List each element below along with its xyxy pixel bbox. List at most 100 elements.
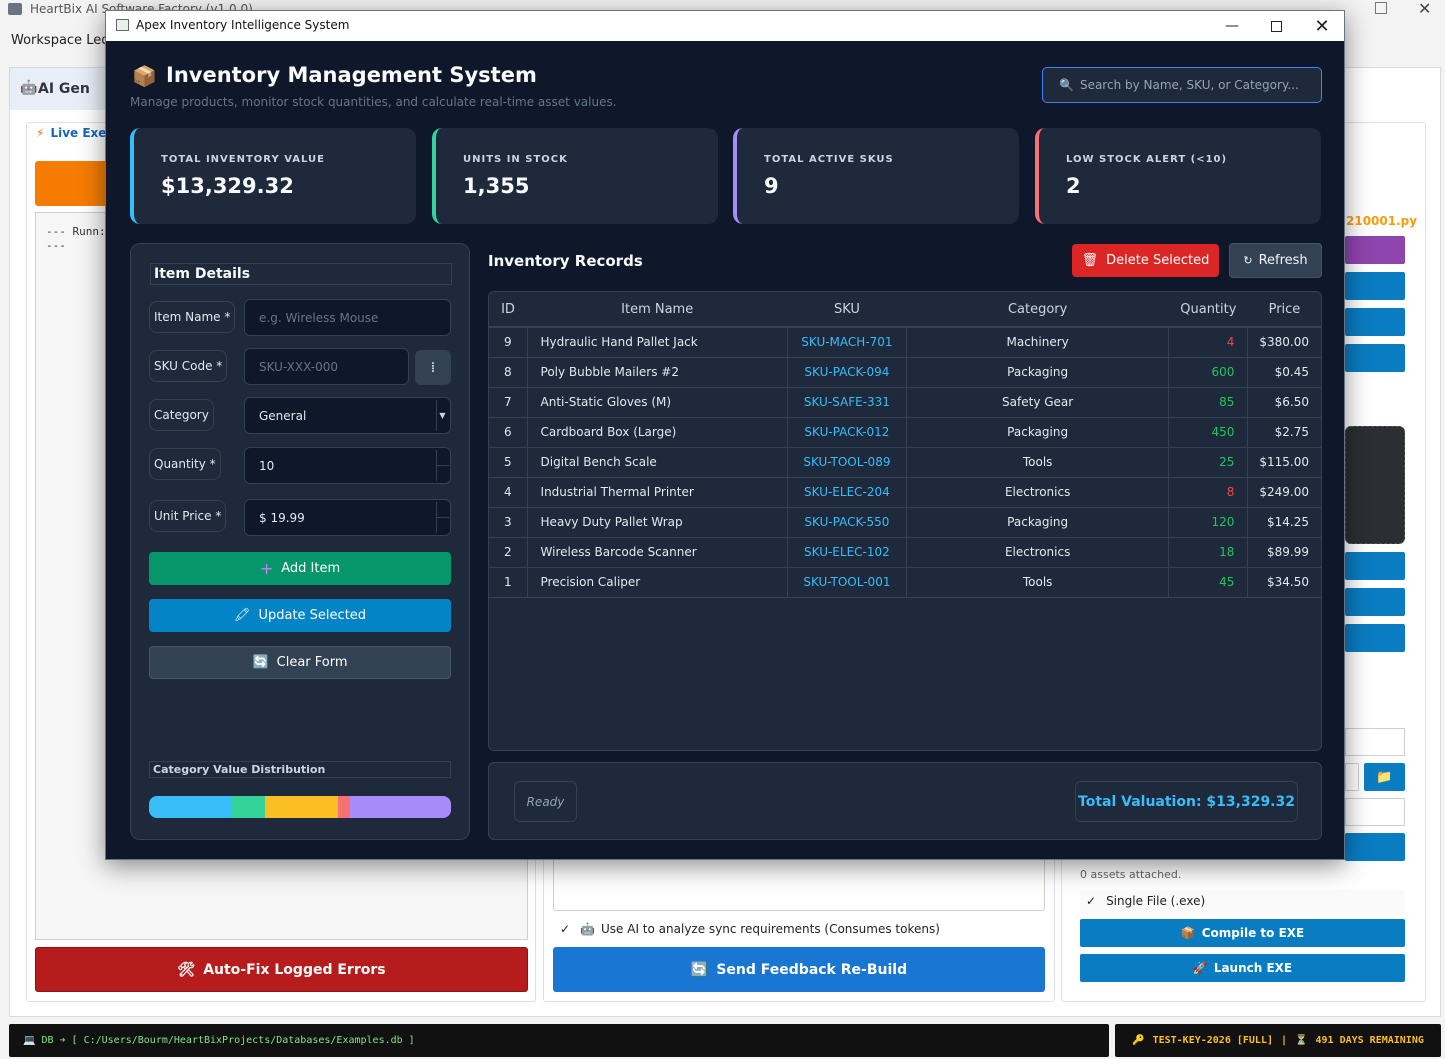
cell-item-name: Cardboard Box (Large) xyxy=(527,417,788,448)
send-feedback-button[interactable]: 🔄 Send Feedback Re-Build xyxy=(553,947,1045,992)
stat-value: 1,355 xyxy=(463,174,530,198)
cell-sku: SKU-PACK-550 xyxy=(787,507,907,538)
category-distribution-bar xyxy=(149,796,451,818)
folder-icon[interactable]: 📁 xyxy=(1364,763,1405,791)
cell-sku: SKU-MACH-701 xyxy=(787,327,907,358)
cell-quantity: 18 xyxy=(1168,537,1249,568)
table-row[interactable]: 1 Precision Caliper SKU-TOOL-001 Tools 45 $34… xyxy=(489,567,1321,598)
drop-zone[interactable] xyxy=(1345,426,1405,544)
column-header-sku[interactable]: SKU xyxy=(787,292,907,328)
right-blue-button[interactable] xyxy=(1345,344,1405,372)
package-icon: 📦 xyxy=(132,64,157,88)
cell-item-name: Industrial Thermal Printer xyxy=(527,477,788,508)
column-header-category[interactable]: Category xyxy=(906,292,1169,328)
table-row[interactable]: 9 Hydraulic Hand Pallet Jack SKU-MACH-701 M… xyxy=(489,327,1321,358)
status-footer: Ready Total Valuation: $13,329.32 xyxy=(488,762,1322,840)
price-stepper[interactable]: $ 19.99 xyxy=(244,499,451,536)
distribution-segment xyxy=(231,796,266,818)
stat-card-low-stock: LOW STOCK ALERT (<10) 2 xyxy=(1035,128,1321,224)
table-row[interactable]: 8 Poly Bubble Mailers #2 SKU-PACK-094 Packa… xyxy=(489,357,1321,388)
table-row[interactable]: 7 Anti-Static Gloves (M) SKU-SAFE-331 Safet… xyxy=(489,387,1321,418)
apex-titlebar: Apex Inventory Intelligence System — ✕ xyxy=(106,11,1344,41)
clear-form-button[interactable]: 🔄 Clear Form xyxy=(149,646,451,679)
cell-id: 8 xyxy=(489,357,528,388)
column-header-price[interactable]: Price xyxy=(1247,292,1321,328)
generate-sku-button[interactable]: ⁞ xyxy=(415,350,451,385)
db-label: DB xyxy=(41,1035,54,1046)
maximize-icon[interactable] xyxy=(1375,2,1387,14)
cell-sku: SKU-ELEC-102 xyxy=(787,537,907,568)
distribution-segment xyxy=(149,796,232,818)
cell-quantity: 85 xyxy=(1168,387,1249,418)
run-button[interactable] xyxy=(35,161,115,206)
table-row[interactable]: 2 Wireless Barcode Scanner SKU-ELEC-102 Ele… xyxy=(489,537,1321,568)
search-icon: 🔍 xyxy=(1059,78,1074,92)
cell-sku: SKU-PACK-094 xyxy=(787,357,907,388)
delete-selected-button[interactable]: 🗑 Delete Selected xyxy=(1072,244,1219,277)
stat-value: 9 xyxy=(764,174,779,198)
right-blue-button[interactable] xyxy=(1345,308,1405,336)
right-blue-button[interactable] xyxy=(1345,833,1405,861)
quantity-stepper[interactable]: 10 xyxy=(244,447,451,484)
right-input[interactable] xyxy=(1345,798,1405,826)
table-row[interactable]: 3 Heavy Duty Pallet Wrap SKU-PACK-550 Packa… xyxy=(489,507,1321,538)
chevron-down-icon[interactable]: ▼ xyxy=(436,400,448,431)
apex-window: Apex Inventory Intelligence System — ✕ 📦… xyxy=(105,10,1345,860)
feedback-textarea[interactable] xyxy=(553,858,1045,911)
ai-analyze-checkbox[interactable]: ✓ 🤖 Use AI to analyze sync requirements (C… xyxy=(560,922,940,936)
close-icon[interactable]: ✕ xyxy=(1418,0,1431,18)
auto-fix-button[interactable]: 🛠 Auto-Fix Logged Errors xyxy=(35,947,528,992)
item-name-label: Item Name * xyxy=(149,301,236,333)
right-blue-button[interactable] xyxy=(1345,624,1405,652)
right-blue-button[interactable] xyxy=(1345,588,1405,616)
window-title: Apex Inventory Intelligence System xyxy=(136,18,350,32)
search-box[interactable]: 🔍 xyxy=(1042,67,1322,103)
refresh-button[interactable]: ↻ Refresh xyxy=(1229,243,1322,278)
spin-buttons[interactable] xyxy=(436,450,449,481)
license-status-bar: 🔑 TEST-KEY-2026 [FULL] | ⏳ 491 DAYS REMA… xyxy=(1115,1024,1441,1057)
close-button[interactable]: ✕ xyxy=(1302,15,1342,37)
cell-id: 4 xyxy=(489,477,528,508)
inventory-table[interactable]: ID Item Name SKU Category Quantity Price… xyxy=(488,291,1322,751)
cell-item-name: Wireless Barcode Scanner xyxy=(527,537,788,568)
cell-category: Safety Gear xyxy=(906,387,1170,418)
pencil-icon: 🖍 xyxy=(233,608,251,623)
right-blue-button[interactable] xyxy=(1345,552,1405,580)
column-header-id[interactable]: ID xyxy=(489,292,528,328)
minimize-button[interactable]: — xyxy=(1212,15,1252,37)
column-header-quantity[interactable]: Quantity xyxy=(1168,292,1248,328)
cell-price: $380.00 xyxy=(1247,327,1321,358)
cell-price: $115.00 xyxy=(1247,447,1321,478)
spin-buttons[interactable] xyxy=(436,502,449,533)
sku-label: SKU Code * xyxy=(149,350,228,382)
plus-icon: + xyxy=(259,559,274,578)
cell-sku: SKU-ELEC-204 xyxy=(787,477,907,508)
cell-id: 7 xyxy=(489,387,528,418)
search-input[interactable] xyxy=(1079,78,1300,92)
cell-item-name: Anti-Static Gloves (M) xyxy=(527,387,788,418)
right-purple-button[interactable] xyxy=(1345,236,1405,264)
update-selected-button[interactable]: 🖍 Update Selected xyxy=(149,599,451,632)
price-label: Unit Price * xyxy=(149,500,227,532)
launch-exe-button[interactable]: 🚀 Launch EXE xyxy=(1080,954,1405,982)
compile-exe-button[interactable]: 📦 Compile to EXE xyxy=(1080,919,1405,947)
add-item-button[interactable]: + Add Item xyxy=(149,552,451,585)
item-name-input[interactable]: e.g. Wireless Mouse xyxy=(244,299,451,336)
column-header-name[interactable]: Item Name xyxy=(527,292,788,328)
cell-price: $14.25 xyxy=(1247,507,1321,538)
table-row[interactable]: 6 Cardboard Box (Large) SKU-PACK-012 Packag… xyxy=(489,417,1321,448)
key-icon: 🔑 xyxy=(1132,1035,1145,1046)
category-select[interactable]: General ▼ xyxy=(244,397,451,434)
right-blue-button[interactable] xyxy=(1345,272,1405,300)
maximize-button[interactable] xyxy=(1256,15,1296,37)
table-row[interactable]: 4 Industrial Thermal Printer SKU-ELEC-204 E… xyxy=(489,477,1321,508)
single-file-checkbox[interactable]: ✓ Single File (.exe) xyxy=(1080,890,1405,914)
right-input[interactable] xyxy=(1345,763,1359,791)
distribution-label: Category Value Distribution xyxy=(149,761,451,778)
sku-input[interactable]: SKU-XXX-000 xyxy=(244,348,409,385)
cell-sku: SKU-TOOL-001 xyxy=(787,567,907,598)
right-input[interactable] xyxy=(1345,728,1405,756)
workspace-menu[interactable]: Workspace Ledg xyxy=(11,33,118,48)
table-row[interactable]: 5 Digital Bench Scale SKU-TOOL-089 Tools 25 $… xyxy=(489,447,1321,478)
tab-ai-gen[interactable]: 🤖 AI Gen xyxy=(10,68,120,110)
